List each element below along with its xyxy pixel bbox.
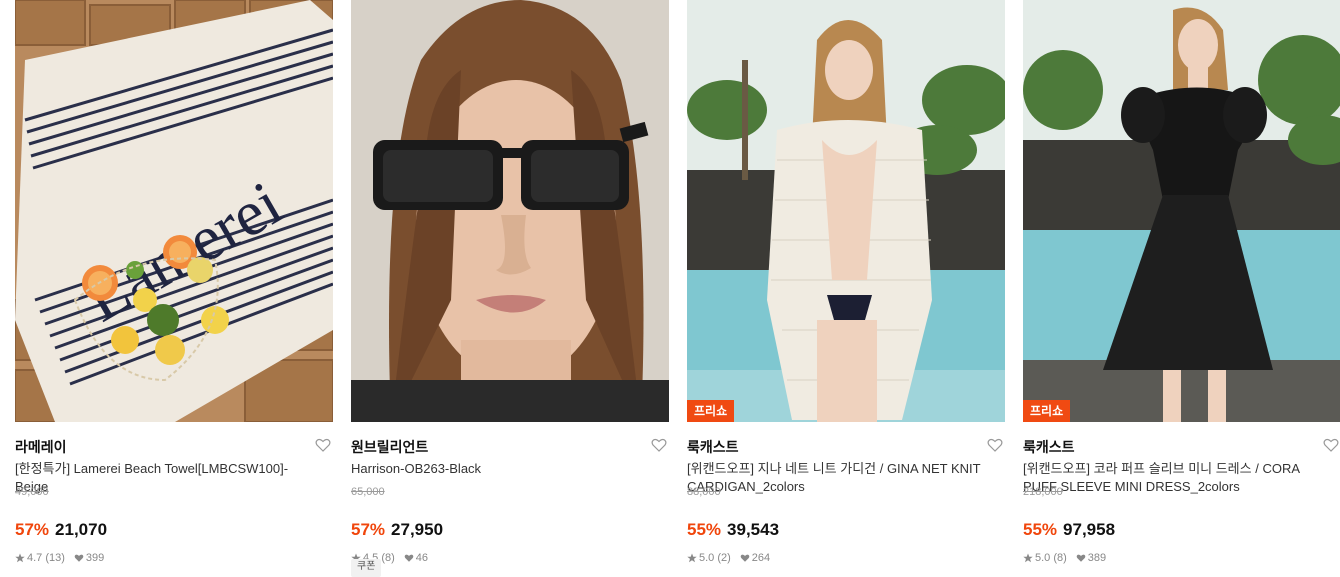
price-row: 57% 27,950 — [351, 520, 443, 540]
brand-name[interactable]: 룩캐스트 — [1023, 437, 1075, 457]
wishlist-heart-icon[interactable] — [1323, 437, 1339, 453]
likes-count: 264 — [751, 552, 771, 564]
brand-name[interactable]: 룩캐스트 — [687, 437, 739, 457]
likes-count: 399 — [85, 552, 105, 564]
product-image-beach-towel[interactable]: Lamerei — [15, 0, 333, 422]
original-price: 65,000 — [351, 486, 385, 498]
likes-group: 389 — [1076, 552, 1106, 564]
likes-group: 264 — [740, 552, 770, 564]
product-name[interactable]: Harrison-OB263-Black — [351, 460, 651, 478]
discount-rate: 57% — [351, 520, 386, 539]
product-card[interactable]: 프리쇼 룩캐스트 [위캔드오프] 코라 퍼프 슬리브 미니 드레스 / CORA… — [1023, 0, 1340, 573]
product-image-sunglasses[interactable] — [351, 0, 669, 422]
product-name[interactable]: [위캔드오프] 코라 퍼프 슬리브 미니 드레스 / CORA PUFF SLE… — [1023, 460, 1323, 496]
coupon-badge: 쿠폰 — [351, 559, 382, 577]
heart-filled-icon — [74, 554, 84, 562]
likes-count: 389 — [1087, 552, 1107, 564]
heart-filled-icon — [1076, 554, 1086, 562]
likes-group: 399 — [74, 552, 104, 564]
likes-group: 46 — [404, 552, 428, 564]
product-card[interactable]: Lamerei 라메레이 [한정특가] Lamerei Beach Towel[… — [15, 0, 333, 573]
sale-price: 27,950 — [391, 520, 444, 539]
rating-text: 5.0 (2) — [699, 552, 731, 564]
sale-price: 97,958 — [1063, 520, 1116, 539]
sale-price: 39,543 — [727, 520, 780, 539]
product-card[interactable]: 프리쇼 룩캐스트 [위캔드오프] 지나 네트 니트 가디건 / GINA NET… — [687, 0, 1005, 573]
pre-show-badge: 프리쇼 — [687, 400, 735, 422]
original-price: 49,000 — [15, 486, 49, 498]
star-icon — [687, 553, 697, 563]
original-price: 88,000 — [687, 486, 721, 498]
discount-rate: 55% — [687, 520, 722, 539]
product-name[interactable]: [위캔드오프] 지나 네트 니트 가디건 / GINA NET KNIT CAR… — [687, 460, 987, 496]
product-grid: Lamerei 라메레이 [한정특가] Lamerei Beach Towel[… — [15, 0, 1340, 577]
product-meta: 5.0 (8) 389 — [1023, 552, 1106, 564]
product-image-mini-dress[interactable]: 프리쇼 — [1023, 0, 1340, 422]
original-price: 218,000 — [1023, 486, 1063, 498]
wishlist-heart-icon[interactable] — [651, 437, 667, 453]
discount-rate: 57% — [15, 520, 50, 539]
wishlist-heart-icon[interactable] — [987, 437, 1003, 453]
star-icon — [15, 553, 25, 563]
heart-filled-icon — [740, 554, 750, 562]
rating-text: 4.7 (13) — [27, 552, 65, 564]
price-row: 55% 39,543 — [687, 520, 779, 540]
product-name[interactable]: [한정특가] Lamerei Beach Towel[LMBCSW100]-Be… — [15, 460, 315, 496]
wishlist-heart-icon[interactable] — [315, 437, 331, 453]
price-row: 55% 97,958 — [1023, 520, 1115, 540]
product-image-knit-cardigan[interactable]: 프리쇼 — [687, 0, 1005, 422]
price-row: 57% 21,070 — [15, 520, 107, 540]
likes-count: 46 — [415, 552, 429, 564]
brand-name[interactable]: 원브릴리언트 — [351, 437, 428, 457]
discount-rate: 55% — [1023, 520, 1058, 539]
product-meta: 5.0 (2) 264 — [687, 552, 770, 564]
star-icon — [1023, 553, 1033, 563]
product-card[interactable]: 원브릴리언트 Harrison-OB263-Black 65,000 57% 27… — [351, 0, 669, 577]
product-meta: 4.7 (13) 399 — [15, 552, 104, 564]
rating-text: 5.0 (8) — [1035, 552, 1067, 564]
brand-name[interactable]: 라메레이 — [15, 437, 67, 457]
sale-price: 21,070 — [55, 520, 108, 539]
heart-filled-icon — [404, 554, 414, 562]
pre-show-badge: 프리쇼 — [1023, 400, 1071, 422]
